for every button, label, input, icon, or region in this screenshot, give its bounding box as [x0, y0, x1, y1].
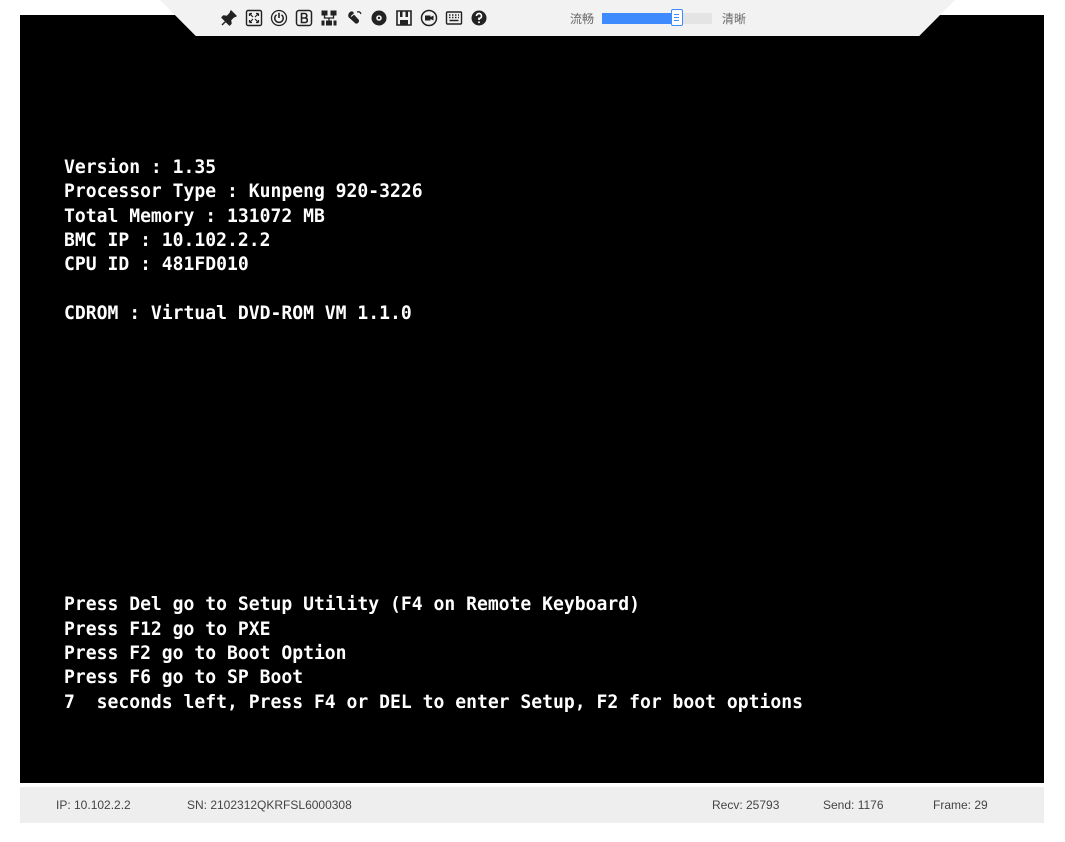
record-icon[interactable] — [420, 9, 438, 27]
screen-line — [64, 422, 803, 446]
screen-line — [64, 471, 803, 495]
screen-line: BMC IP : 10.102.2.2 — [64, 228, 271, 251]
video-quality-control: 流畅 清晰 — [570, 8, 747, 27]
screen-line — [64, 349, 803, 373]
status-ip: IP: 10.102.2.2 — [56, 798, 131, 812]
screen-line: Press F6 go to SP Boot — [64, 666, 304, 689]
screen-line — [64, 374, 803, 398]
boot-option-icon[interactable] — [295, 9, 313, 27]
fit-screen-icon[interactable] — [245, 9, 263, 27]
screen-line: 7 seconds left, Press F4 or DEL to enter… — [64, 690, 803, 713]
screen-line: Processor Type : Kunpeng 920-3226 — [64, 180, 423, 203]
status-send: Send: 1176 — [823, 798, 884, 812]
quality-slider[interactable] — [602, 8, 713, 26]
cd-drive-icon[interactable] — [370, 9, 388, 27]
screen-line: CDROM : Virtual DVD-ROM VM 1.1.0 — [64, 301, 412, 324]
screen-line — [64, 544, 803, 568]
screen-line — [64, 568, 803, 592]
status-serial-number: SN: 2102312QKRFSL6000308 — [187, 798, 352, 812]
status-frame: Frame: 29 — [933, 798, 988, 812]
quality-slider-fill — [602, 12, 677, 24]
save-icon[interactable] — [395, 9, 413, 27]
bios-boot-text: Version : 1.35 Processor Type : Kunpeng 9… — [64, 155, 803, 714]
status-bar: IP: 10.102.2.2 SN: 2102312QKRFSL6000308 … — [20, 787, 1044, 823]
power-icon[interactable] — [270, 9, 288, 27]
toolbar-icon-group — [220, 7, 488, 29]
screen-line — [64, 398, 803, 422]
quality-smooth-label: 流畅 — [570, 11, 595, 26]
screen-line — [64, 276, 803, 300]
screen-line — [64, 495, 803, 519]
screen-line — [64, 447, 803, 471]
pin-icon[interactable] — [220, 9, 238, 27]
screen-line: Press Del go to Setup Utility (F4 on Rem… — [64, 593, 640, 616]
keyboard-icon[interactable] — [445, 9, 463, 27]
screen-line — [64, 519, 803, 543]
status-recv: Recv: 25793 — [712, 798, 780, 812]
network-icon[interactable] — [320, 9, 338, 27]
kvm-console-screen[interactable]: Version : 1.35 Processor Type : Kunpeng 9… — [20, 15, 1044, 783]
screen-line — [64, 325, 803, 349]
screen-line: Press F12 go to PXE — [64, 617, 271, 640]
help-icon[interactable] — [470, 9, 488, 27]
screen-line: CPU ID : 481FD010 — [64, 253, 249, 276]
screen-line: Version : 1.35 — [64, 156, 217, 178]
screen-line: Total Memory : 131072 MB — [64, 204, 325, 227]
screen-line: Press F2 go to Boot Option — [64, 641, 347, 664]
quality-slider-handle[interactable] — [670, 8, 683, 26]
mouse-icon[interactable] — [345, 9, 363, 27]
kvm-toolbar: 流畅 清晰 — [160, 0, 955, 36]
quality-clear-label: 清晰 — [722, 11, 747, 26]
